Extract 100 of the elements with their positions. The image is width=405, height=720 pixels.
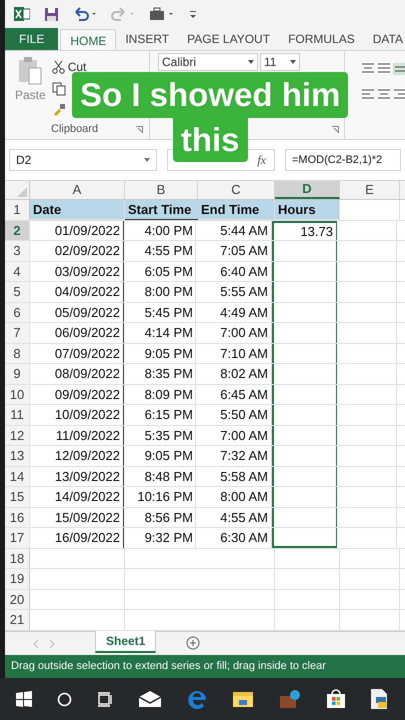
- row-header[interactable]: 3: [5, 241, 30, 260]
- ribbon-tab[interactable]: PAGE LAYOUT: [178, 28, 280, 50]
- cell-value: 5:44 AM: [220, 222, 268, 240]
- selected-cell[interactable]: [272, 466, 337, 486]
- cell-value: 08/09/2022: [54, 365, 120, 383]
- store-icon[interactable]: [326, 689, 346, 709]
- row-header[interactable]: 16: [5, 508, 30, 527]
- row-header[interactable]: 2: [5, 220, 30, 240]
- cell-value: 7:32 AM: [220, 447, 268, 465]
- align-left-icon[interactable]: [361, 89, 375, 99]
- sheet-tab[interactable]: Sheet1: [95, 631, 156, 653]
- row-header[interactable]: 12: [5, 426, 30, 445]
- row-header[interactable]: 4: [5, 262, 30, 281]
- selected-cell[interactable]: 13.73: [272, 220, 337, 240]
- cell-value: 4:49 AM: [220, 304, 268, 322]
- cell-value: 7:05 AM: [220, 242, 268, 260]
- align-center-icon[interactable]: [377, 89, 391, 99]
- selected-cell[interactable]: [272, 344, 337, 363]
- save-icon[interactable]: [44, 6, 59, 22]
- cell-value: 04/09/2022: [54, 283, 120, 301]
- dialog-launcher-icon[interactable]: [332, 126, 339, 132]
- cell-value: 9:05 PM: [144, 344, 193, 362]
- cell-value: 4:00 PM: [144, 222, 193, 240]
- mail-icon[interactable]: [138, 690, 162, 708]
- toolbox-icon[interactable]: [149, 7, 175, 21]
- cell-value: 9:32 PM: [144, 529, 193, 547]
- group-label: Clipboard: [51, 122, 98, 137]
- row-header[interactable]: 14: [5, 466, 30, 486]
- row-header[interactable]: 15: [5, 487, 30, 506]
- scissors-icon[interactable]: [52, 60, 65, 74]
- customize-icon[interactable]: [189, 9, 197, 19]
- row-header[interactable]: 9: [5, 364, 30, 384]
- globe-bag-icon[interactable]: [278, 689, 301, 709]
- row-header[interactable]: 13: [5, 446, 30, 466]
- cell-value: 7:00 AM: [220, 426, 268, 444]
- add-sheet-icon[interactable]: [186, 636, 200, 650]
- align-middle-icon[interactable]: [377, 63, 391, 73]
- ribbon-tab[interactable]: HOME: [60, 29, 116, 51]
- formula-field[interactable]: =MOD(C2-B2,1)*2: [285, 149, 401, 171]
- row-header[interactable]: 6: [5, 302, 30, 322]
- undo-icon[interactable]: [73, 7, 97, 21]
- selected-cell[interactable]: [272, 262, 337, 281]
- cell-value: 05/09/2022: [54, 304, 120, 322]
- selected-cell[interactable]: [272, 426, 337, 445]
- selected-cell[interactable]: [272, 528, 337, 548]
- row-header[interactable]: 17: [5, 528, 30, 548]
- selected-cell[interactable]: [272, 302, 337, 322]
- column-header[interactable]: B: [125, 181, 198, 199]
- ribbon-tab[interactable]: DATA: [364, 28, 405, 50]
- cell-value: 5:58 AM: [220, 468, 268, 486]
- selected-cell[interactable]: [272, 405, 337, 424]
- font-name-field[interactable]: Calibri: [158, 53, 258, 71]
- selected-cell[interactable]: [272, 282, 337, 302]
- folder-icon[interactable]: [232, 690, 254, 708]
- brush-icon[interactable]: [52, 102, 66, 116]
- cell-value: 7:10 AM: [220, 344, 268, 362]
- caption-text: this: [172, 118, 248, 162]
- browser-icon[interactable]: [186, 689, 207, 709]
- selected-cell[interactable]: [272, 487, 337, 506]
- row-header[interactable]: 10: [5, 384, 30, 404]
- task-view-icon[interactable]: [97, 692, 114, 706]
- cell-value: 4:55 PM: [144, 242, 193, 260]
- row-header[interactable]: 7: [5, 323, 30, 342]
- row-header[interactable]: 19: [5, 569, 30, 588]
- cell-value: 4:14 PM: [144, 324, 193, 342]
- row-header[interactable]: 20: [5, 590, 30, 609]
- cell-value: 6:45 AM: [220, 386, 268, 404]
- selected-cell[interactable]: [272, 384, 337, 404]
- file-menu-tab[interactable]: FILE: [5, 28, 58, 50]
- copy-icon[interactable]: [52, 82, 66, 96]
- row-header[interactable]: 1: [5, 200, 30, 220]
- column-header[interactable]: D: [275, 181, 340, 199]
- align-bottom-icon[interactable]: [393, 63, 405, 75]
- row-header[interactable]: 21: [5, 610, 30, 630]
- python-file-icon[interactable]: [370, 688, 388, 710]
- column-title: Hours: [275, 200, 340, 220]
- name-box[interactable]: D2: [9, 149, 157, 171]
- selected-cell[interactable]: [272, 241, 337, 260]
- cell-value: 8:35 PM: [144, 365, 193, 383]
- column-header[interactable]: E: [340, 181, 400, 199]
- column-header[interactable]: A: [30, 181, 125, 199]
- insert-function-button[interactable]: fx: [257, 151, 266, 169]
- row-header[interactable]: 5: [5, 282, 30, 302]
- dialog-launcher-icon[interactable]: [136, 126, 143, 132]
- selected-cell[interactable]: [272, 446, 337, 466]
- selected-cell[interactable]: [272, 323, 337, 342]
- selected-cell[interactable]: [272, 508, 337, 527]
- cell-value: 6:40 AM: [220, 262, 268, 280]
- cell-value: 8:00 PM: [144, 283, 193, 301]
- windows-start-icon[interactable]: [16, 691, 32, 707]
- ribbon-tab[interactable]: INSERT: [116, 28, 178, 50]
- row-header[interactable]: 11: [5, 405, 30, 424]
- search-icon[interactable]: [57, 692, 72, 706]
- align-top-icon[interactable]: [361, 63, 375, 73]
- align-right-icon[interactable]: [393, 89, 405, 99]
- selected-cell[interactable]: [272, 364, 337, 384]
- row-header[interactable]: 18: [5, 548, 30, 568]
- ribbon-tab[interactable]: FORMULAS: [279, 28, 364, 50]
- font-size-field[interactable]: 11: [260, 53, 300, 71]
- row-header[interactable]: 8: [5, 344, 30, 363]
